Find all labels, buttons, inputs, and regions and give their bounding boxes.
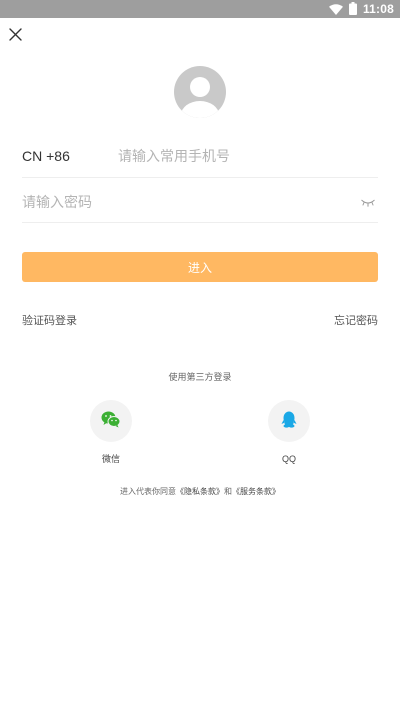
wifi-icon: [328, 0, 343, 19]
status-time: 11:08: [362, 2, 394, 16]
agreement-and: 和: [224, 487, 232, 496]
privacy-policy-link[interactable]: 《隐私条款》: [176, 487, 224, 496]
default-avatar-icon: [174, 77, 226, 118]
enter-button[interactable]: 进入: [22, 252, 378, 282]
password-field-row: [22, 184, 378, 223]
avatar: [174, 66, 226, 118]
sms-login-link[interactable]: 验证码登录: [22, 312, 77, 328]
password-input[interactable]: [22, 193, 342, 213]
service-terms-link[interactable]: 《服务条款》: [232, 487, 280, 496]
qq-icon: [281, 410, 297, 432]
phone-input[interactable]: [118, 147, 368, 167]
country-code-selector[interactable]: CN +86: [22, 148, 70, 164]
battery-icon: [348, 0, 357, 19]
close-button[interactable]: [5, 25, 25, 45]
eye-closed-icon[interactable]: [360, 194, 376, 208]
wechat-login-button[interactable]: [90, 400, 132, 442]
qq-login-button[interactable]: [268, 400, 310, 442]
agreement-prefix: 进入代表你同意: [120, 487, 176, 496]
status-indicators: 11:08: [328, 0, 394, 19]
third-party-title: 使用第三方登录: [168, 373, 232, 383]
forgot-password-link[interactable]: 忘记密码: [334, 312, 378, 328]
wechat-icon: [101, 411, 121, 432]
login-screen: 11:08 CN +86 进入: [0, 0, 400, 711]
wechat-label: 微信: [101, 455, 120, 465]
close-icon: [8, 26, 22, 45]
phone-field-row: CN +86: [22, 140, 378, 178]
qq-label: QQ: [281, 454, 296, 464]
status-bar: 11:08: [0, 0, 400, 18]
agreement-text: 进入代表你同意《隐私条款》和《服务条款》: [0, 486, 400, 497]
